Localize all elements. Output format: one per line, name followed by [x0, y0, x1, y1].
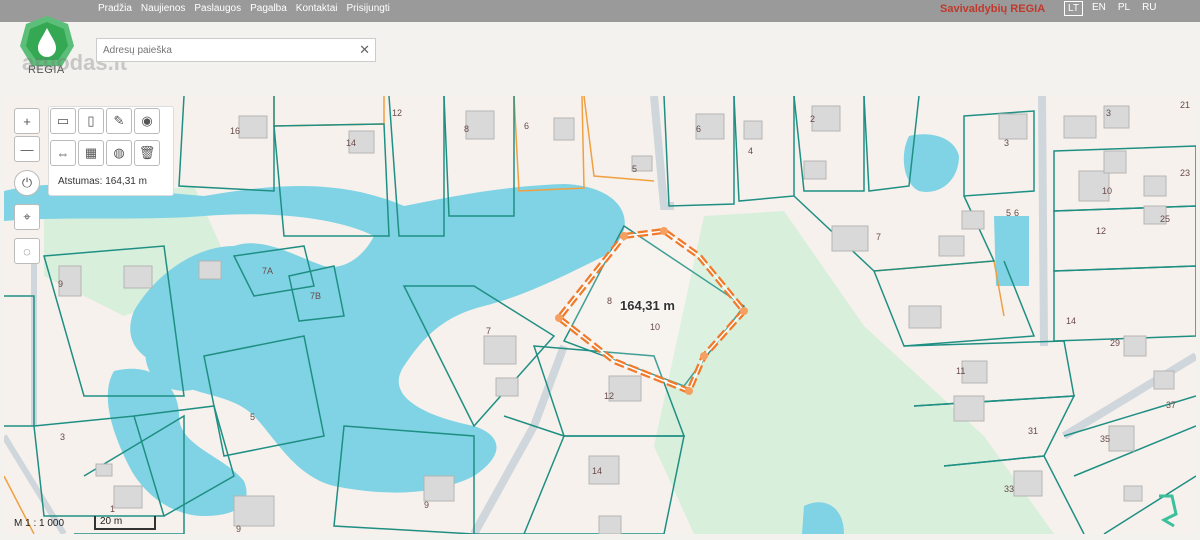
- parcel-label: 11: [956, 366, 966, 376]
- parcel-label: 25: [1160, 214, 1171, 224]
- nav-item-login[interactable]: Prisijungti: [347, 3, 390, 14]
- parcel-label: 4: [748, 146, 754, 156]
- parcel-label: 16: [230, 126, 241, 136]
- language-switcher: LT EN PL RU: [1064, 1, 1160, 16]
- parcel-label: 6: [1014, 208, 1020, 218]
- nav-item-home[interactable]: Pradžia: [98, 3, 132, 14]
- measure-distance-label: 164,31 m: [620, 298, 675, 313]
- parcel-label: 5: [250, 412, 256, 422]
- parcel-label: 9: [58, 279, 64, 289]
- parcel-label: 37: [1166, 400, 1177, 410]
- point-icon[interactable]: ◉: [134, 108, 160, 134]
- parcel-label: 14: [1066, 316, 1077, 326]
- address-search: ✕: [96, 38, 376, 62]
- parcel-label: 10: [650, 322, 661, 332]
- nav-item-help[interactable]: Pagalba: [250, 3, 287, 14]
- parcel-label: 7: [486, 326, 492, 336]
- lang-lt[interactable]: LT: [1064, 1, 1083, 16]
- parcel-label: 9: [424, 500, 430, 510]
- power-icon[interactable]: ⏻: [14, 170, 40, 196]
- lang-pl[interactable]: PL: [1115, 1, 1133, 16]
- scale-bar: 20 m: [94, 516, 156, 530]
- parcel-label: 9: [236, 524, 242, 534]
- parcel-label: 7A: [262, 266, 274, 276]
- select-area-icon[interactable]: ◌: [14, 238, 40, 264]
- map-canvas[interactable]: 16 12 8 6 5 6 4 2 3 14 7A 7B 9 7 8 10 7 …: [4, 96, 1196, 534]
- parcel-label: 12: [604, 391, 615, 401]
- lang-en[interactable]: EN: [1089, 1, 1109, 16]
- zoom-out-button[interactable]: —: [14, 136, 40, 162]
- measure-angle-icon[interactable]: ◍: [106, 140, 132, 166]
- zoom-in-button[interactable]: +: [14, 108, 40, 134]
- parcel-label: 12: [392, 108, 403, 118]
- locate-icon[interactable]: ⌖: [14, 204, 40, 230]
- measure-distance-icon[interactable]: ⇔: [50, 140, 76, 166]
- main-nav: Pradžia Naujienos Paslaugos Pagalba Kont…: [98, 3, 390, 14]
- parcel-label: 3: [1106, 108, 1112, 118]
- parcel-label: 29: [1110, 338, 1121, 348]
- parcel-label: 31: [1028, 426, 1039, 436]
- parcel-label: 3: [1004, 138, 1010, 148]
- parcel-label: 2: [810, 114, 816, 124]
- parcel-label: 3: [60, 432, 66, 442]
- top-navigation-bar: Pradžia Naujienos Paslaugos Pagalba Kont…: [0, 0, 1200, 22]
- parcel-label: 12: [1096, 226, 1107, 236]
- parcel-label: 8: [607, 296, 613, 306]
- nav-item-services[interactable]: Paslaugos: [194, 3, 241, 14]
- parcel-label: 7B: [310, 291, 322, 301]
- nav-item-contacts[interactable]: Kontaktai: [296, 3, 338, 14]
- measure-line-icon[interactable]: ▭: [50, 108, 76, 134]
- parcel-label: 21: [1180, 100, 1191, 110]
- trash-icon[interactable]: 🗑: [134, 140, 160, 166]
- brand-title: Savivaldybių REGIA: [940, 3, 1046, 15]
- parcel-label: 1: [110, 504, 116, 514]
- parcel-label: 6: [524, 121, 530, 131]
- parcel-label: 35: [1100, 434, 1111, 444]
- parcel-label: 5: [1006, 208, 1012, 218]
- parcel-label: 8: [464, 124, 470, 134]
- lang-ru[interactable]: RU: [1139, 1, 1159, 16]
- parcel-label: 23: [1180, 168, 1191, 178]
- edit-icon[interactable]: ✎: [106, 108, 132, 134]
- scale-ratio: M 1 : 1 000: [14, 518, 65, 529]
- parcel-label: 5: [632, 164, 638, 174]
- address-search-input[interactable]: [97, 39, 347, 61]
- measure-area-icon[interactable]: ▦: [78, 140, 104, 166]
- parcel-label: 7: [876, 232, 882, 242]
- parcel-label: 33: [1004, 484, 1015, 494]
- parcel-label: 10: [1102, 186, 1113, 196]
- pin-icon[interactable]: ▯: [78, 108, 104, 134]
- nav-item-news[interactable]: Naujienos: [141, 3, 185, 14]
- distance-readout: Atstumas: 164,31 m: [58, 176, 147, 187]
- parcel-label: 14: [346, 138, 357, 148]
- parcel-label: 6: [696, 124, 702, 134]
- clear-search-icon[interactable]: ✕: [359, 42, 370, 58]
- parcel-label: 14: [592, 466, 603, 476]
